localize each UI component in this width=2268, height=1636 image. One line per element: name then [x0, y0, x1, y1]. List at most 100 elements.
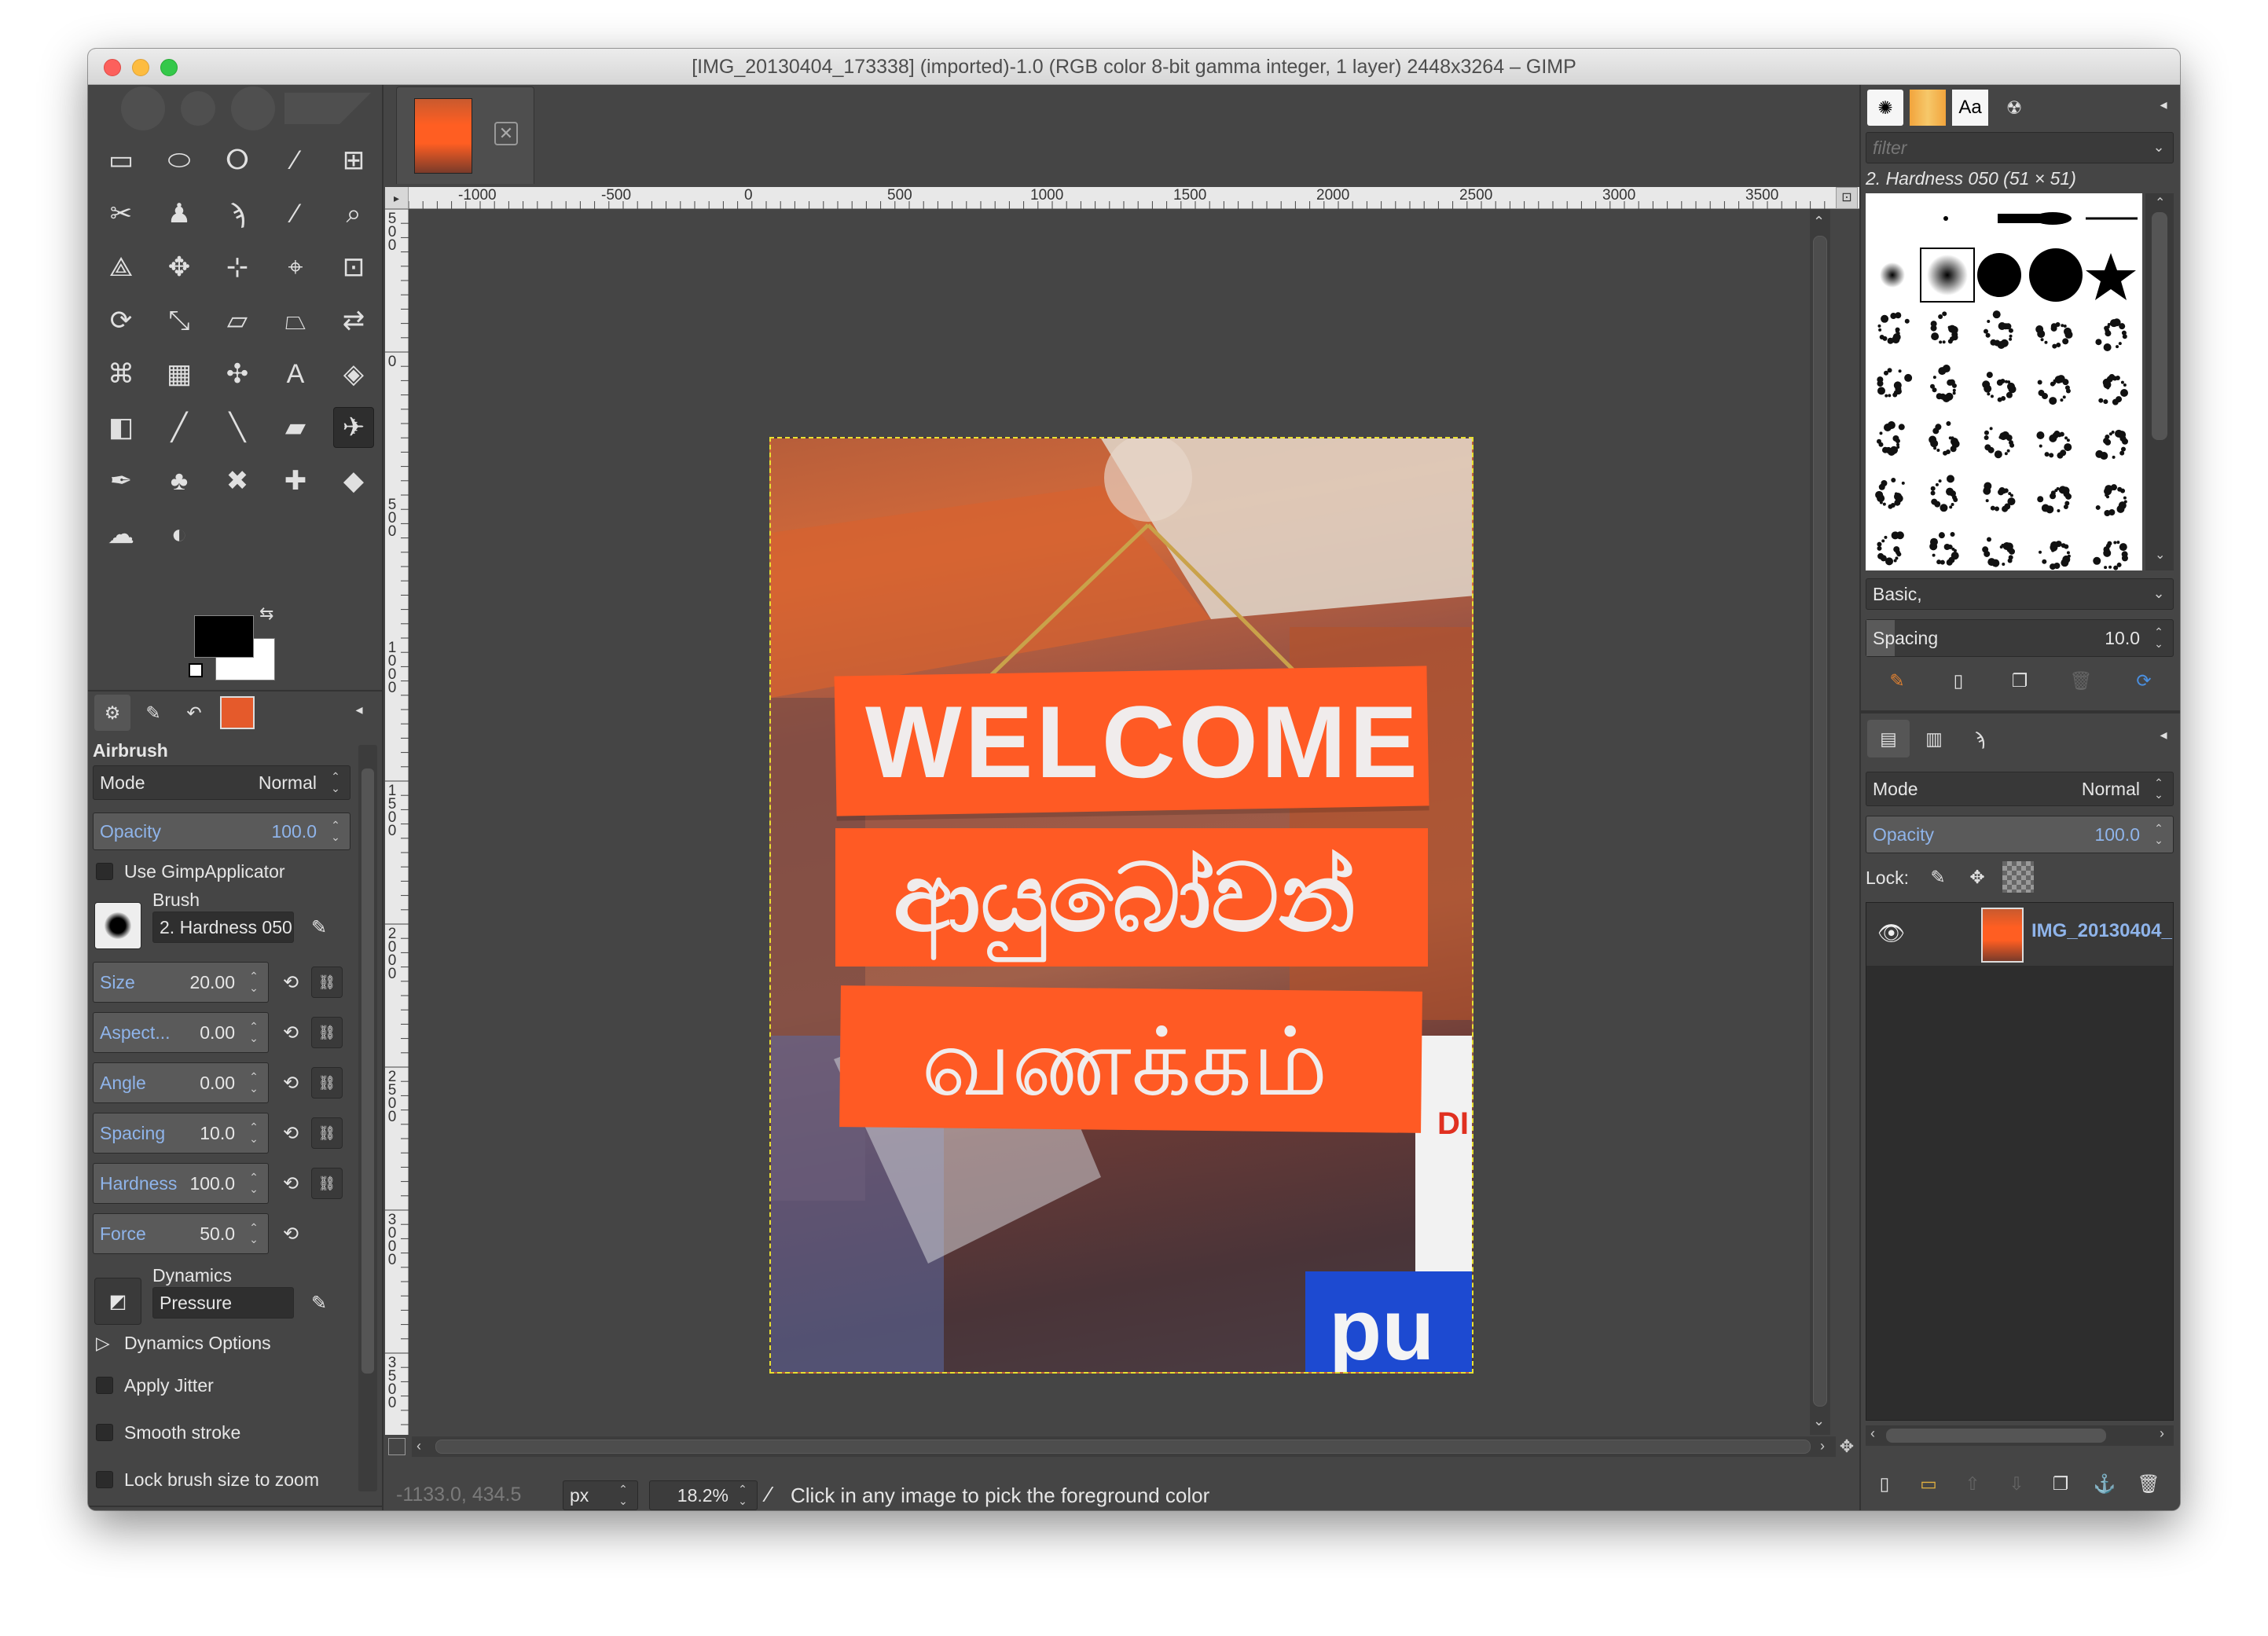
spinner-icon[interactable]: ⌃ ⌄	[243, 1016, 265, 1049]
quick-mask-toggle[interactable]	[388, 1438, 406, 1455]
zoom-icon[interactable]: ⌕	[333, 193, 374, 234]
mypaint-brush-icon[interactable]: ♣	[159, 460, 200, 501]
unit-select[interactable]: px ⌃ ⌄	[563, 1480, 638, 1510]
smooth-stroke-checkbox[interactable]	[96, 1424, 113, 1441]
foreground-select-icon[interactable]: ♟	[159, 193, 200, 234]
brush-name-field[interactable]: 2. Hardness 050	[152, 912, 294, 943]
scroll-right-icon[interactable]: ›	[1820, 1438, 1825, 1454]
brush-scroll-thumb[interactable]	[2152, 212, 2167, 440]
size-slider[interactable]: Size 20.00 ⌃ ⌄	[93, 962, 269, 1003]
scroll-up-icon[interactable]: ⌃	[2155, 195, 2165, 211]
scroll-up-icon[interactable]: ⌃	[1813, 214, 1825, 230]
canvas-vscroll[interactable]: ⌃ ⌄	[1810, 209, 1830, 1435]
aspect-slider[interactable]: Aspect... 0.00 ⌃ ⌄	[93, 1012, 269, 1053]
close-tab-icon[interactable]: ✕	[494, 122, 518, 145]
default-colors-icon[interactable]	[189, 663, 203, 677]
fonts-tab-icon[interactable]: Aa	[1952, 90, 1988, 126]
scroll-left-icon[interactable]: ‹	[417, 1438, 421, 1454]
brush-tag-select[interactable]: Basic, ⌄	[1866, 578, 2174, 610]
text-icon[interactable]: A	[275, 354, 316, 394]
document-history-tab-icon[interactable]: ☢	[1996, 90, 2032, 126]
zoom-to-fit-icon[interactable]: ⊡	[1836, 187, 1858, 209]
spinner-icon[interactable]: ⌃ ⌄	[2148, 623, 2170, 653]
spinner-icon[interactable]: ⌃ ⌄	[243, 1167, 265, 1200]
brush-grid[interactable]	[1866, 193, 2142, 570]
swap-colors-icon[interactable]: ⇆	[259, 603, 273, 624]
lower-layer-icon[interactable]: ⇩	[2001, 1468, 2032, 1499]
save-options-icon[interactable]: ▣	[112, 1509, 143, 1510]
spinner-icon[interactable]: ⌃ ⌄	[243, 966, 265, 999]
crop-icon[interactable]: ⌖	[275, 247, 316, 288]
align-icon[interactable]: ⊹	[217, 247, 258, 288]
move-icon[interactable]: ✥	[159, 247, 200, 288]
force-slider[interactable]: Force 50.0 ⌃ ⌄	[93, 1213, 269, 1254]
blend-icon[interactable]: ◧	[101, 407, 141, 448]
rotate-icon[interactable]: ⟳	[101, 300, 141, 341]
scroll-left-icon[interactable]: ‹	[1870, 1425, 1875, 1442]
images-icon[interactable]	[220, 696, 255, 729]
channels-tab-icon[interactable]: ▥	[1913, 720, 1955, 757]
handle-transform-icon[interactable]: ✣	[217, 354, 258, 394]
blur-icon[interactable]: ☁	[101, 514, 141, 555]
vscroll-thumb[interactable]	[1813, 236, 1827, 1407]
scissors-select-icon[interactable]: ✂	[101, 193, 141, 234]
mode-select[interactable]: Mode Normal ⌃ ⌄	[93, 765, 350, 800]
paths-tab-icon[interactable]: ϡ	[1958, 720, 2001, 757]
image-canvas[interactable]: WELCOME ආයුබෝවන් வணக்கம் DI pu	[769, 437, 1473, 1374]
layers-tab-icon[interactable]: ▤	[1867, 720, 1910, 757]
reset-angle-icon[interactable]: ⟲	[275, 1067, 306, 1099]
lock-pixels-icon[interactable]: ✎	[1922, 861, 1954, 893]
hardness-slider[interactable]: Hardness 100.0 ⌃ ⌄	[93, 1163, 269, 1204]
spinner-icon[interactable]: ⌃ ⌄	[325, 816, 347, 846]
brushes-tab-icon[interactable]: ✺	[1867, 90, 1903, 126]
airbrush-icon[interactable]: ✈	[333, 407, 374, 448]
dock-menu-icon[interactable]: ◂	[347, 698, 371, 721]
link-aspect-icon[interactable]: ⛓	[311, 1017, 343, 1048]
raise-layer-icon[interactable]: ⇧	[1957, 1468, 1988, 1499]
zoom-select[interactable]: 18.2% ⌃ ⌄	[649, 1480, 758, 1510]
free-select-icon[interactable]: ⵔ	[217, 140, 258, 181]
angle-slider[interactable]: Angle 0.00 ⌃ ⌄	[93, 1062, 269, 1103]
ellipse-select-icon[interactable]: ⬭	[159, 140, 200, 181]
canvas-viewport[interactable]: WELCOME ආයුබෝවන් வணக்கம் DI pu ⌃ ⌄	[409, 209, 1833, 1435]
apply-jitter-checkbox[interactable]	[96, 1377, 113, 1394]
lock-alpha-icon[interactable]	[2002, 861, 2034, 893]
restore-options-icon[interactable]: ✗	[184, 1509, 215, 1510]
measure-icon[interactable]: ⟁	[101, 247, 141, 288]
layer-name[interactable]: IMG_20130404_	[2031, 920, 2173, 942]
edit-brush-icon[interactable]: ✎	[1881, 665, 1913, 696]
eye-icon[interactable]: 👁	[1877, 920, 1906, 946]
link-angle-icon[interactable]: ⛓	[311, 1067, 343, 1099]
scroll-down-icon[interactable]: ⌄	[1813, 1413, 1825, 1429]
delete-layer-icon[interactable]: 🗑	[2133, 1468, 2164, 1499]
fuzzy-select-icon[interactable]: ⁄	[275, 140, 316, 181]
brush-grid-scrollbar[interactable]: ⌃ ⌄	[2145, 193, 2174, 570]
patterns-tab-icon[interactable]	[1910, 90, 1946, 126]
new-layer-icon[interactable]: ▯	[1869, 1468, 1900, 1499]
cage-transform-icon[interactable]: ⌘	[101, 354, 141, 394]
horizontal-ruler[interactable]: -1000 -500 0 500 1000 1500 2000 2500 3000 3500	[409, 187, 1859, 209]
ink-icon[interactable]: ✒	[101, 460, 141, 501]
link-size-icon[interactable]: ⛓	[311, 967, 343, 998]
spinner-icon[interactable]: ⌃ ⌄	[2148, 820, 2170, 849]
color-picker-icon[interactable]: ⁄	[275, 193, 316, 234]
reset-hardness-icon[interactable]: ⟲	[275, 1168, 306, 1199]
reset-options-icon[interactable]: ⟲	[325, 1509, 357, 1510]
delete-brush-icon[interactable]: 🗑	[2065, 665, 2097, 696]
spinner-icon[interactable]: ⌃ ⌄	[243, 1066, 265, 1099]
image-tab[interactable]: ✕	[396, 86, 534, 184]
spinner-icon[interactable]: ⌃ ⌄	[243, 1217, 265, 1250]
dock-menu-icon[interactable]: ◂	[2152, 723, 2175, 746]
quick-mask-corner[interactable]: ▸	[385, 187, 409, 209]
smudge-icon[interactable]: ◆	[333, 460, 374, 501]
warp-transform-icon[interactable]: ▦	[159, 354, 200, 394]
dock-menu-icon[interactable]: ◂	[2152, 93, 2175, 116]
device-status-icon[interactable]: ✎	[135, 695, 171, 731]
link-spacing-icon[interactable]: ⛓	[311, 1117, 343, 1149]
tool-options-icon[interactable]: ⚙	[94, 695, 130, 731]
opacity-slider[interactable]: Opacity 100.0 ⌃ ⌄	[93, 812, 350, 850]
clone-icon[interactable]: ✖	[217, 460, 258, 501]
unified-transform-icon[interactable]: ⊡	[333, 247, 374, 288]
layers-hscroll[interactable]: ‹ ›	[1866, 1425, 2174, 1446]
lock-brush-checkbox[interactable]	[96, 1471, 113, 1488]
